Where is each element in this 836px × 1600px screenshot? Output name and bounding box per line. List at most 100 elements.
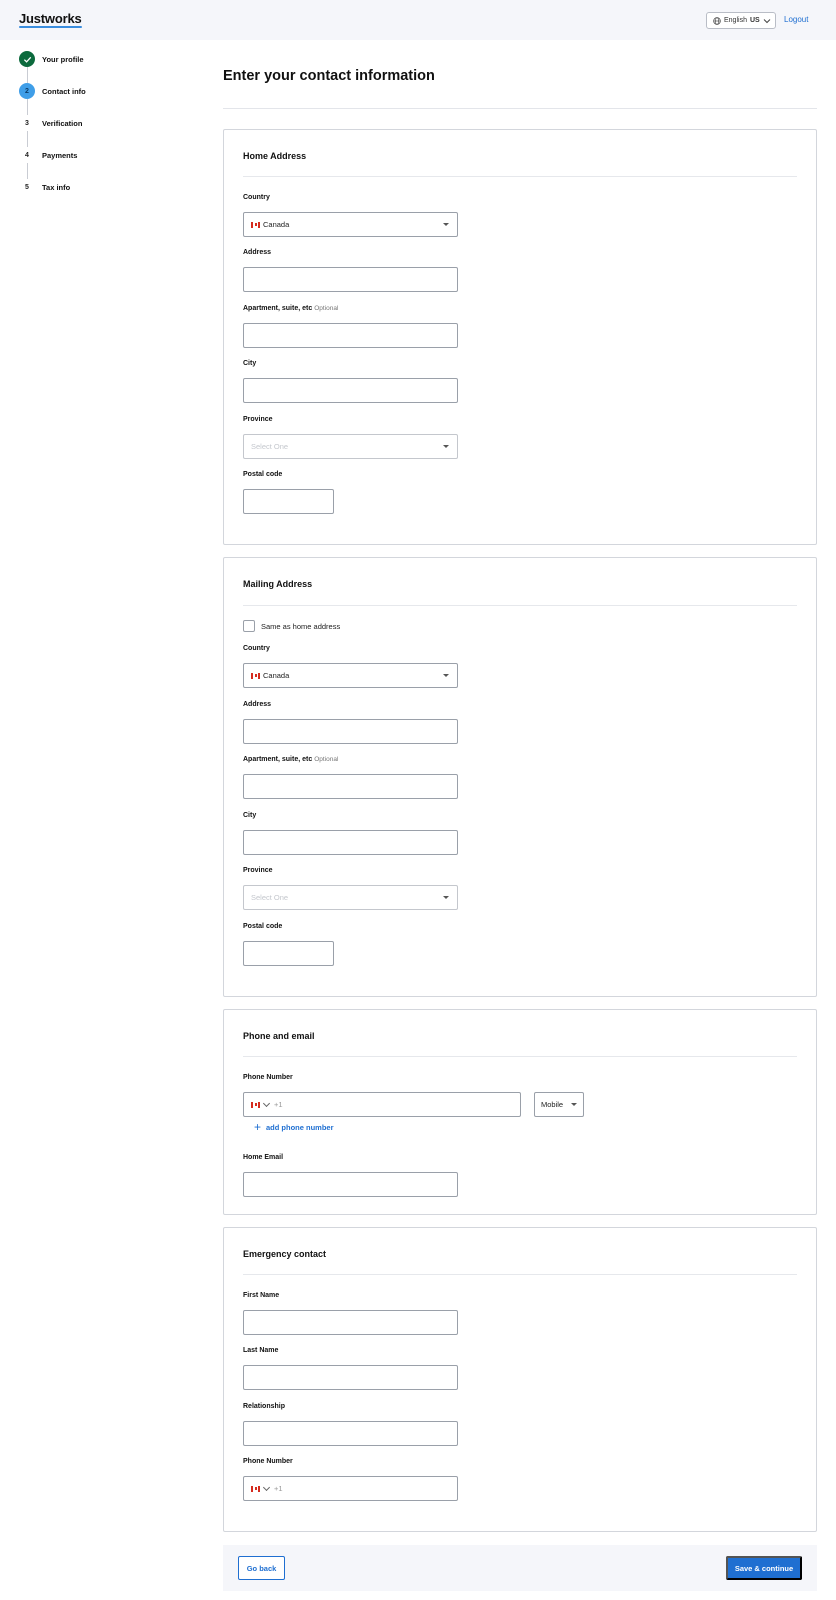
apartment-input[interactable]	[243, 323, 458, 348]
relationship-input[interactable]	[243, 1421, 458, 1446]
province-select[interactable]: Select One	[243, 434, 458, 459]
add-phone-label: add phone number	[266, 1122, 334, 1132]
emergency-phone-input[interactable]: +1	[243, 1476, 458, 1501]
province-placeholder: Select One	[251, 893, 289, 902]
phone-country-code: +1	[274, 1484, 283, 1493]
last-name-input[interactable]	[243, 1365, 458, 1390]
address-input[interactable]	[243, 719, 458, 744]
city-label: City	[243, 812, 257, 819]
postal-code-input[interactable]	[243, 489, 334, 514]
step-number: 3	[25, 119, 29, 127]
step-complete-badge	[19, 51, 35, 67]
step-label: Verification	[42, 118, 83, 128]
card-title: Mailing Address	[243, 579, 313, 589]
apartment-input[interactable]	[243, 774, 458, 799]
card-title: Home Address	[243, 151, 307, 161]
step-connector	[26, 67, 28, 83]
step-your-profile[interactable]: Your profile	[19, 51, 199, 67]
country-select[interactable]: Canada	[243, 212, 458, 237]
step-number: 2	[19, 83, 35, 99]
caret-down-icon	[443, 896, 449, 899]
go-back-button[interactable]: Go back	[238, 1556, 285, 1580]
address-input[interactable]	[243, 267, 458, 292]
canada-flag-icon	[251, 1485, 260, 1492]
postal-code-label: Postal code	[243, 923, 283, 930]
phone-email-card: Phone and email Phone Number +1 Mobile +…	[223, 1009, 817, 1215]
step-payments[interactable]: 4 Payments	[19, 147, 199, 163]
same-as-home-label[interactable]: Same as home address	[261, 622, 340, 631]
step-verification[interactable]: 3 Verification	[19, 115, 199, 131]
province-label: Province	[243, 867, 273, 874]
top-bar: Justworks English US Logout	[0, 0, 836, 40]
address-label: Address	[243, 249, 272, 256]
plus-icon: +	[254, 1120, 262, 1134]
home-email-input[interactable]	[243, 1172, 458, 1197]
language-selector[interactable]: English US	[706, 12, 776, 29]
divider	[223, 108, 817, 109]
form-footer: Go back Save & continue	[223, 1545, 817, 1591]
caret-down-icon	[571, 1103, 577, 1106]
relationship-label: Relationship	[243, 1403, 286, 1410]
emergency-contact-card: Emergency contact First Name Last Name R…	[223, 1227, 817, 1532]
step-connector	[26, 99, 28, 115]
step-connector	[26, 131, 28, 147]
step-number: 4	[25, 151, 29, 159]
card-title: Phone and email	[243, 1031, 315, 1041]
apartment-label-text: Apartment, suite, etc	[243, 305, 313, 312]
first-name-input[interactable]	[243, 1310, 458, 1335]
step-label: Payments	[42, 150, 78, 160]
phone-number-label: Phone Number	[243, 1074, 293, 1081]
first-name-label: First Name	[243, 1292, 280, 1299]
country-value: Canada	[263, 671, 290, 680]
step-label: Tax info	[42, 182, 71, 192]
country-value: Canada	[263, 220, 290, 229]
card-title: Emergency contact	[243, 1249, 327, 1259]
chevron-down-icon	[763, 18, 771, 23]
country-select[interactable]: Canada	[243, 663, 458, 688]
phone-type-select[interactable]: Mobile	[534, 1092, 584, 1117]
save-continue-button[interactable]: Save & continue	[726, 1556, 802, 1580]
step-number: 5	[25, 183, 29, 191]
canada-flag-icon	[251, 1101, 260, 1108]
home-email-label: Home Email	[243, 1154, 284, 1161]
last-name-label: Last Name	[243, 1347, 279, 1354]
country-label: Country	[243, 194, 270, 201]
canada-flag-icon	[251, 672, 260, 679]
checkmark-icon	[23, 56, 31, 63]
postal-code-label: Postal code	[243, 471, 283, 478]
phone-type-value: Mobile	[541, 1100, 564, 1109]
page-title: Enter your contact information	[223, 68, 435, 84]
language-prefix: English	[724, 17, 747, 24]
city-input[interactable]	[243, 830, 458, 855]
language-region: US	[749, 17, 760, 24]
caret-down-icon	[443, 445, 449, 448]
province-placeholder: Select One	[251, 442, 289, 451]
logout-link[interactable]: Logout	[784, 15, 808, 24]
city-input[interactable]	[243, 378, 458, 403]
divider	[243, 1274, 797, 1275]
phone-number-input[interactable]: +1	[243, 1092, 521, 1117]
country-label: Country	[243, 645, 270, 652]
same-as-home-checkbox[interactable]	[243, 620, 255, 632]
province-select[interactable]: Select One	[243, 885, 458, 910]
divider	[243, 605, 797, 606]
chevron-down-icon[interactable]	[262, 1483, 271, 1491]
step-tax-info[interactable]: 5 Tax info	[19, 179, 199, 195]
postal-code-input[interactable]	[243, 941, 334, 966]
province-label: Province	[243, 416, 273, 423]
globe-icon	[713, 16, 721, 25]
apartment-label: Apartment, suite, etc Optional	[243, 756, 338, 763]
justworks-logo[interactable]: Justworks	[19, 11, 82, 26]
caret-down-icon	[443, 674, 449, 677]
divider	[243, 1056, 797, 1057]
step-contact-info[interactable]: 2 Contact info	[19, 83, 199, 99]
step-connector	[26, 163, 28, 179]
optional-hint: Optional	[314, 756, 339, 763]
city-label: City	[243, 360, 257, 367]
chevron-down-icon[interactable]	[262, 1099, 271, 1107]
divider	[243, 176, 797, 177]
add-phone-number-button[interactable]: + add phone number	[254, 1120, 334, 1134]
optional-hint: Optional	[314, 305, 339, 312]
logo-underline	[19, 26, 82, 28]
phone-country-code: +1	[274, 1100, 283, 1109]
